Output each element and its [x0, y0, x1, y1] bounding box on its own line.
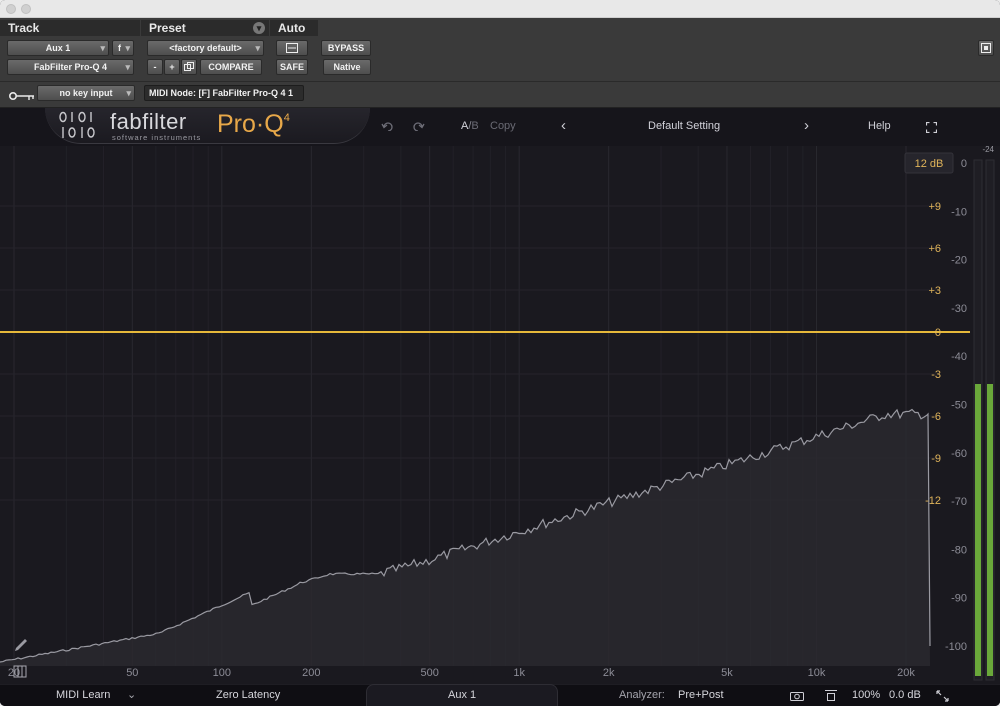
eq-scale-label: -12	[925, 495, 941, 507]
range-button[interactable]: 12 dB	[915, 158, 944, 170]
track-function-button[interactable]: f	[112, 40, 134, 56]
plugin-window: Track Preset ▾ Auto Aux 1 f FabFilter Pr…	[0, 0, 1000, 706]
eq-graph[interactable]: 20 50 100 200 500 1k 2k 5k 10k 20k +9+6+30-3-6-9-…	[0, 146, 1000, 684]
freq-label: 1k	[513, 667, 525, 679]
preset-copy-icon[interactable]	[181, 59, 197, 75]
preset-plus-button[interactable]: +	[164, 59, 180, 75]
analyzer-db-label: -40	[951, 351, 967, 363]
product-name: Pro·Q4	[217, 110, 290, 138]
key-input-select[interactable]: no key input	[37, 85, 135, 101]
track-section-title: Track	[0, 20, 140, 36]
ab-toggle[interactable]: A/B	[461, 120, 479, 132]
help-button[interactable]: Help	[868, 120, 891, 132]
analyzer-db-label: -10	[951, 206, 967, 218]
key-icon	[8, 88, 35, 106]
analyzer-db-label: -70	[951, 496, 967, 508]
preset-section-title: Preset ▾	[141, 20, 269, 36]
auto-section-title: Auto	[270, 20, 318, 36]
eq-scale-label: -3	[931, 369, 941, 381]
copy-button[interactable]: Copy	[490, 120, 516, 132]
freq-label: 10k	[808, 667, 826, 679]
analyzer-mode[interactable]: Pre+Post	[678, 689, 724, 701]
preset-menu-icon[interactable]: ▾	[253, 22, 265, 34]
analyzer-label: Analyzer:	[619, 689, 665, 701]
analyzer-db-label: -90	[951, 593, 967, 605]
preset-minus-button[interactable]: -	[147, 59, 163, 75]
freq-label: 100	[213, 667, 231, 679]
chevron-down-icon[interactable]: ⌄	[127, 688, 136, 701]
midi-panel-icon[interactable]	[825, 690, 837, 701]
host-plugin-header: Track Preset ▾ Auto Aux 1 f FabFilter Pr…	[0, 18, 1000, 108]
plugin-footer: MIDI Learn ⌄ Zero Latency Aux 1 Analyzer…	[0, 684, 1000, 706]
analyzer-db-label: -50	[951, 400, 967, 412]
auto-enable-icon[interactable]	[276, 40, 308, 56]
freq-label: 5k	[721, 667, 733, 679]
freq-label: 50	[126, 667, 138, 679]
window-title-bar	[0, 0, 1000, 18]
resize-icon[interactable]	[936, 690, 949, 702]
fabfilter-logo-icon	[59, 111, 95, 138]
bypass-button[interactable]: BYPASS	[321, 40, 371, 56]
plugin-toolbar: fabfilter software instruments Pro·Q4 A/…	[0, 108, 1000, 146]
eq-scale-label: +6	[928, 243, 941, 255]
freq-label: 500	[420, 667, 438, 679]
preset-select[interactable]: <factory default>	[147, 40, 264, 56]
eq-scale-label: -9	[931, 453, 941, 465]
analyzer-db-label: 0	[961, 158, 967, 170]
fullscreen-icon[interactable]	[926, 122, 937, 133]
pro-q-plugin: fabfilter software instruments Pro·Q4 A/…	[0, 108, 1000, 706]
midi-node-label: MIDI Node: [F] FabFilter Pro-Q 4 1	[144, 85, 304, 101]
brand-name: fabfilter	[110, 109, 187, 134]
freq-label: 2k	[603, 667, 615, 679]
output-gain[interactable]: 0.0 dB	[889, 689, 921, 701]
minimize-window-button[interactable]	[21, 4, 31, 14]
analyzer-db-label: -80	[951, 544, 967, 556]
insert-select[interactable]: FabFilter Pro-Q 4	[7, 59, 134, 75]
zoom-level[interactable]: 100%	[852, 689, 880, 701]
eq-scale-label: 0	[935, 327, 941, 339]
freq-label: 200	[302, 667, 320, 679]
analyzer-db-label: -30	[951, 303, 967, 315]
eq-scale-label: +3	[928, 285, 941, 297]
analyzer-db-label: -100	[945, 641, 967, 653]
analyzer-db-label: -20	[951, 255, 967, 267]
safe-button[interactable]: SAFE	[276, 59, 308, 75]
compare-button[interactable]: COMPARE	[200, 59, 262, 75]
native-button[interactable]: Native	[323, 59, 371, 75]
undo-icon[interactable]	[381, 121, 395, 131]
track-select[interactable]: Aux 1	[7, 40, 109, 56]
camera-icon[interactable]	[790, 690, 804, 701]
channel-name: Aux 1	[448, 689, 477, 701]
brand-subtitle: software instruments	[112, 133, 202, 142]
midi-learn-button[interactable]: MIDI Learn	[56, 689, 110, 701]
redo-icon[interactable]	[411, 121, 425, 131]
preset-name[interactable]: Default Setting	[648, 120, 720, 132]
eq-scale-label: -6	[931, 411, 941, 423]
prev-preset-button[interactable]: ‹	[561, 117, 566, 134]
close-window-button[interactable]	[6, 4, 16, 14]
target-icon[interactable]	[978, 40, 994, 56]
latency-mode[interactable]: Zero Latency	[216, 689, 280, 701]
freq-label: 20k	[897, 667, 915, 679]
meter-top-label: -24	[982, 146, 994, 154]
next-preset-button[interactable]: ›	[804, 117, 809, 134]
analyzer-db-label: -60	[951, 448, 967, 460]
eq-scale-label: +9	[928, 201, 941, 213]
